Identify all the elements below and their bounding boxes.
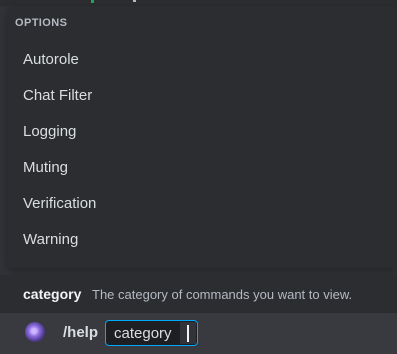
option-chat-filter[interactable]: Chat Filter [7, 81, 397, 111]
truncated-text [133, 0, 136, 2]
option-muting[interactable]: Muting [7, 153, 397, 183]
parameter-name: category [23, 286, 82, 302]
category-parameter-field[interactable]: category [105, 320, 198, 346]
parameter-hint-bar: category The category of commands you wa… [0, 275, 397, 313]
option-logging[interactable]: Logging [7, 117, 397, 147]
option-warning[interactable]: Warning [7, 225, 397, 255]
option-verification[interactable]: Verification [7, 189, 397, 219]
bot-avatar-icon [25, 322, 45, 342]
slash-command-name: /help [63, 324, 99, 341]
text-caret [187, 325, 189, 342]
discord-chat-view: OPTIONS Autorole Chat Filter Logging Mut… [0, 0, 397, 354]
status-indicator [91, 0, 94, 3]
parameter-chip-label: category [114, 325, 172, 342]
options-section-label: OPTIONS [15, 17, 68, 29]
autocomplete-popup: OPTIONS Autorole Chat Filter Logging Mut… [7, 6, 397, 268]
option-autorole[interactable]: Autorole [7, 45, 397, 75]
parameter-description: The category of commands you want to vie… [92, 287, 353, 302]
message-composer: /help category [0, 313, 397, 354]
